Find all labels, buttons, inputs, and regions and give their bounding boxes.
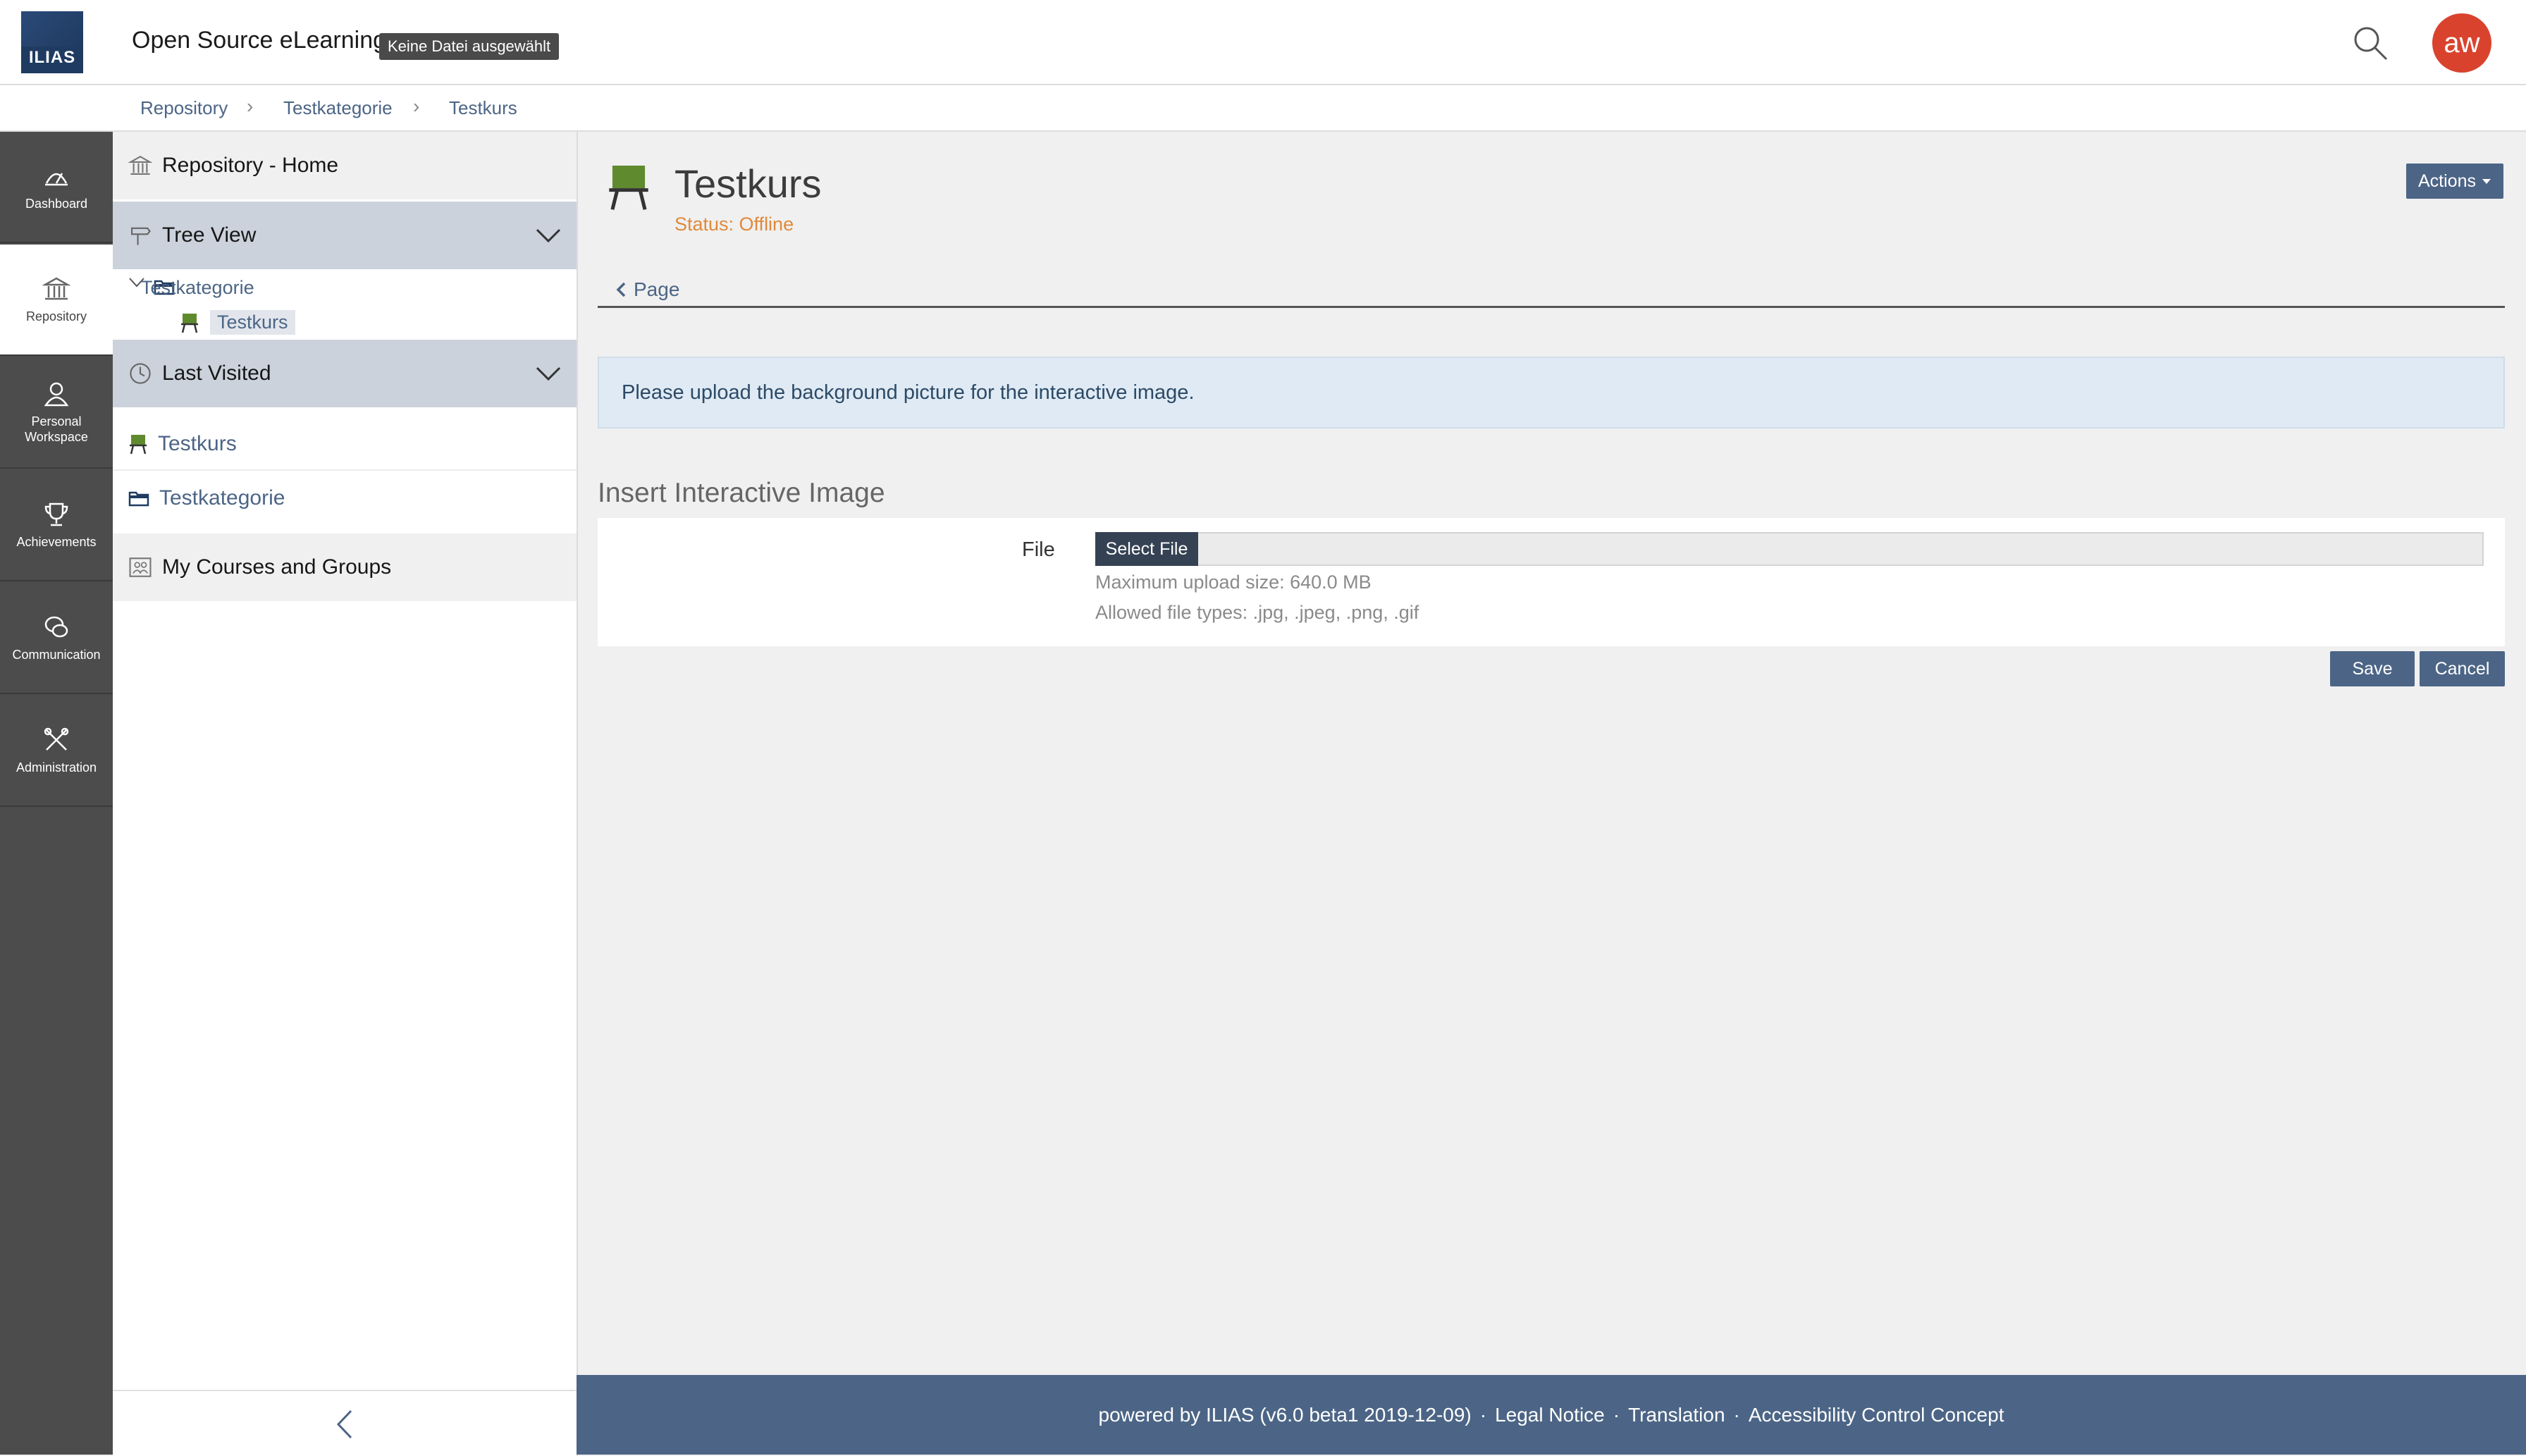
accessibility-link[interactable]: Accessibility Control Concept bbox=[1749, 1404, 2004, 1426]
repository-icon bbox=[128, 156, 152, 175]
allowed-types-info: Allowed file types: .jpg, .jpeg, .png, .… bbox=[1095, 602, 1419, 623]
groups-icon bbox=[129, 557, 152, 577]
last-visited-header[interactable]: Last Visited bbox=[113, 340, 577, 407]
main-bar: Dashboard Repository Personal Workspace … bbox=[0, 132, 113, 1455]
signpost-icon bbox=[131, 227, 151, 245]
course-icon bbox=[609, 166, 648, 210]
course-icon bbox=[181, 314, 198, 333]
slate-footer bbox=[113, 1390, 578, 1456]
chevron-down-icon[interactable] bbox=[534, 365, 562, 382]
mainbar-achievements[interactable]: Achievements bbox=[0, 470, 113, 581]
breadcrumb-repository[interactable]: Repository bbox=[140, 97, 228, 119]
info-message: Please upload the background picture for… bbox=[598, 357, 2505, 428]
breadcrumb-testkurs[interactable]: Testkurs bbox=[449, 97, 517, 119]
folder-icon bbox=[128, 491, 149, 507]
footer-separator: · bbox=[1733, 1403, 1740, 1426]
legal-notice-link[interactable]: Legal Notice bbox=[1495, 1404, 1605, 1426]
mainbar-label: Achievements bbox=[16, 535, 97, 549]
repository-slate: Repository - Home Tree View Last Visited bbox=[113, 132, 578, 1455]
mainbar-label: Communication bbox=[12, 648, 101, 662]
mainbar-repository[interactable]: Repository bbox=[0, 245, 113, 356]
chevron-left-icon bbox=[616, 282, 626, 297]
dashboard-icon bbox=[45, 173, 68, 186]
caret-down-icon bbox=[2482, 179, 2491, 184]
tools-icon bbox=[44, 727, 69, 751]
repository-home-label: Repository - Home bbox=[162, 154, 339, 177]
my-courses-groups-link[interactable]: My Courses and Groups bbox=[113, 533, 577, 601]
course-icon bbox=[130, 435, 147, 455]
breadcrumb: Repository › Testkategorie › Testkurs bbox=[0, 85, 2526, 132]
cancel-button[interactable]: Cancel bbox=[2420, 651, 2505, 686]
file-label: File bbox=[1022, 538, 1055, 561]
mainbar-label: Dashboard bbox=[25, 197, 88, 211]
repository-home-link[interactable]: Repository - Home bbox=[113, 132, 577, 199]
tree-view-label: Tree View bbox=[162, 223, 257, 247]
tree-node-testkurs[interactable]: Testkurs bbox=[210, 310, 295, 335]
max-upload-info: Maximum upload size: 640.0 MB bbox=[1095, 572, 1372, 593]
tree-view-header[interactable]: Tree View bbox=[113, 202, 577, 269]
content-area bbox=[578, 132, 2526, 1375]
person-icon bbox=[44, 382, 69, 407]
actions-label: Actions bbox=[2418, 171, 2476, 191]
save-button[interactable]: Save bbox=[2330, 651, 2415, 686]
chat-icon bbox=[44, 616, 68, 638]
powered-by-text: powered by ILIAS (v6.0 beta1 2019-12-09) bbox=[1098, 1403, 1472, 1426]
select-file-button[interactable]: Select File bbox=[1095, 532, 1198, 566]
mainbar-label: Administration bbox=[16, 760, 97, 775]
tab-divider bbox=[598, 306, 2505, 308]
mainbar-label: Repository bbox=[25, 309, 87, 323]
last-visited-item[interactable]: Testkategorie bbox=[113, 472, 577, 524]
footer-separator: · bbox=[1479, 1403, 1487, 1426]
last-visited-label: Testkurs bbox=[158, 432, 237, 455]
app-title: Open Source eLearning bbox=[132, 27, 387, 54]
footer-separator: · bbox=[1613, 1403, 1620, 1426]
page-title: Testkurs bbox=[674, 161, 822, 206]
actions-dropdown-button[interactable]: Actions bbox=[2406, 164, 2503, 199]
back-tab-label: Page bbox=[634, 278, 680, 300]
breadcrumb-testkategorie[interactable]: Testkategorie bbox=[283, 97, 393, 119]
user-avatar[interactable]: aw bbox=[2432, 13, 2491, 73]
mainbar-personal-workspace[interactable]: Personal Workspace bbox=[0, 357, 113, 469]
file-input[interactable] bbox=[1095, 532, 2484, 566]
mainbar-label: Personal Workspace bbox=[25, 414, 88, 444]
form-title: Insert Interactive Image bbox=[598, 478, 885, 508]
chevron-right-icon: › bbox=[413, 95, 420, 117]
chevron-down-icon[interactable] bbox=[534, 227, 562, 244]
tree-node-testkategorie[interactable]: Testkategorie bbox=[141, 277, 254, 299]
footer: powered by ILIAS (v6.0 beta1 2019-12-09)… bbox=[577, 1375, 2526, 1455]
mainbar-dashboard[interactable]: Dashboard bbox=[0, 132, 113, 243]
clock-icon bbox=[130, 363, 151, 384]
trophy-icon bbox=[44, 502, 68, 526]
repository-icon bbox=[42, 277, 70, 300]
last-visited-label: Testkategorie bbox=[159, 486, 285, 510]
ilias-logo[interactable]: ILIAS bbox=[21, 11, 83, 73]
translation-link[interactable]: Translation bbox=[1628, 1404, 1725, 1426]
last-visited-label: Last Visited bbox=[162, 362, 271, 385]
mainbar-administration[interactable]: Administration bbox=[0, 696, 113, 807]
mainbar-communication[interactable]: Communication bbox=[0, 583, 113, 694]
chevron-right-icon: › bbox=[247, 95, 254, 117]
last-visited-item[interactable]: Testkurs bbox=[113, 419, 577, 471]
back-to-page-tab[interactable]: Page bbox=[615, 278, 679, 301]
collapse-slate-icon[interactable] bbox=[334, 1408, 355, 1440]
search-icon[interactable] bbox=[2351, 24, 2389, 62]
header: ILIAS Open Source eLearning Keine Datei … bbox=[0, 0, 2526, 85]
my-courses-label: My Courses and Groups bbox=[162, 555, 392, 579]
status-text: Status: Offline bbox=[674, 214, 794, 235]
file-tooltip: Keine Datei ausgewählt bbox=[379, 33, 560, 60]
